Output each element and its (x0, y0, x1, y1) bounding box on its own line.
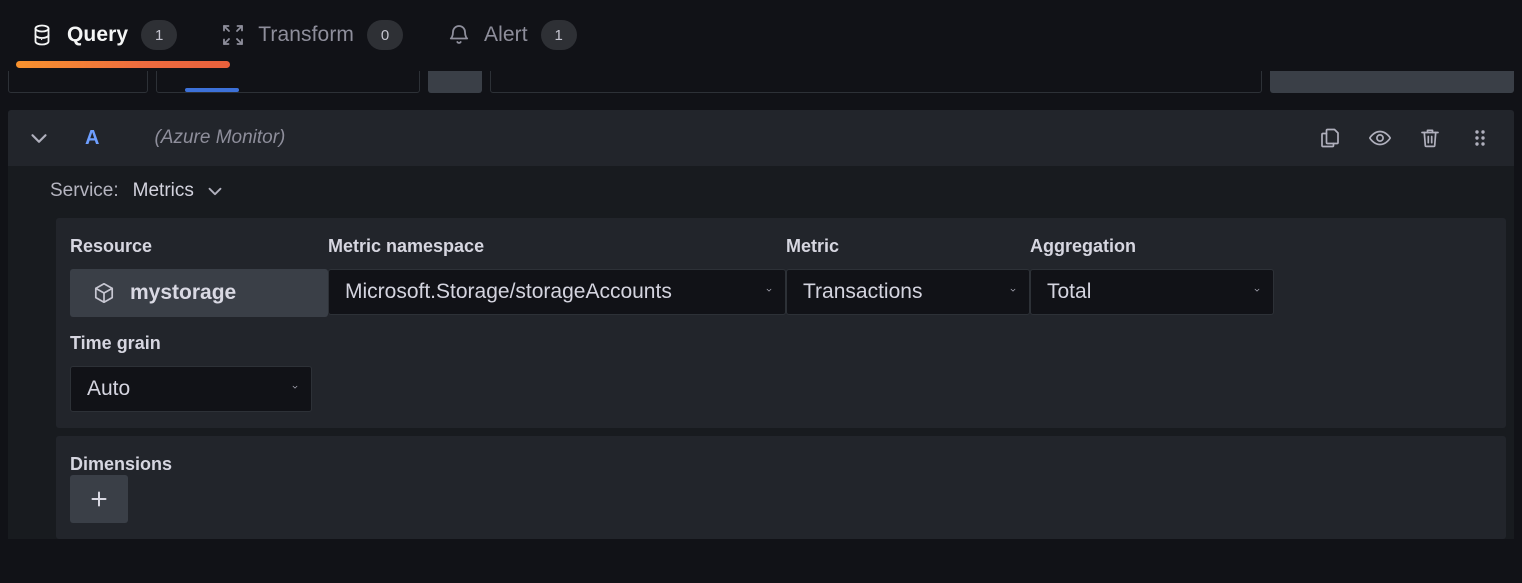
metric-select[interactable]: Transactions (786, 269, 1030, 315)
aggregation-value: Total (1047, 280, 1091, 304)
clipped-options-row (0, 71, 1522, 93)
metric-label: Metric (786, 236, 1030, 257)
bell-icon (447, 23, 471, 47)
duplicate-query-icon[interactable] (1318, 126, 1342, 150)
metric-namespace-label: Metric namespace (328, 236, 786, 257)
metric-value: Transactions (803, 280, 922, 304)
tab-transform-label: Transform (258, 23, 354, 47)
drag-handle-icon[interactable] (1468, 126, 1492, 150)
aggregation-field: Aggregation Total (1030, 236, 1274, 315)
query-editor-body: Service: Metrics Resource (8, 166, 1514, 539)
transform-icon (221, 23, 245, 47)
resource-field: Resource mystorage (70, 236, 328, 317)
tab-transform-badge: 0 (367, 20, 403, 50)
tab-alert-label: Alert (484, 23, 528, 47)
service-selector[interactable]: Service: Metrics (8, 180, 1514, 218)
service-label: Service: (50, 180, 119, 202)
clipped-field-1[interactable] (8, 71, 148, 93)
chevron-down-icon (277, 378, 299, 400)
remove-query-icon[interactable] (1418, 126, 1442, 150)
resource-value: mystorage (130, 281, 236, 305)
cube-icon (92, 281, 116, 305)
chevron-down-icon (995, 281, 1017, 303)
query-row-a: A (Azure Monitor) (8, 110, 1514, 547)
hide-response-icon[interactable] (1368, 126, 1392, 150)
chevron-down-icon (751, 281, 773, 303)
tab-query[interactable]: Query 1 (8, 0, 199, 70)
dimensions-panel: Dimensions (56, 436, 1506, 539)
tab-alert[interactable]: Alert 1 (425, 0, 599, 70)
metrics-fields-row-1: Resource mystorage (70, 236, 1492, 317)
dimensions-label: Dimensions (70, 454, 172, 474)
tab-query-badge: 1 (141, 20, 177, 50)
metric-namespace-field: Metric namespace Microsoft.Storage/stora… (328, 236, 786, 315)
clipped-field-2[interactable] (156, 71, 420, 93)
editor-tabbar: Query 1 Transform 0 (0, 0, 1522, 70)
resource-label: Resource (70, 236, 328, 257)
metric-field: Metric Transactions (786, 236, 1030, 315)
chevron-down-icon[interactable] (26, 125, 52, 151)
aggregation-label: Aggregation (1030, 236, 1274, 257)
metric-namespace-select[interactable]: Microsoft.Storage/storageAccounts (328, 269, 786, 315)
tab-query-label: Query (67, 23, 128, 47)
time-grain-field: Time grain Auto (70, 333, 312, 412)
service-value[interactable]: Metrics (133, 180, 194, 202)
tab-alert-badge: 1 (541, 20, 577, 50)
metrics-fields-panel: Resource mystorage (56, 218, 1506, 428)
query-datasource-name: (Azure Monitor) (154, 127, 285, 149)
query-ref-id[interactable]: A (85, 127, 99, 150)
clipped-field-3[interactable] (490, 71, 1262, 93)
chevron-down-icon (1239, 281, 1261, 303)
query-row-actions (1318, 126, 1498, 150)
database-icon (30, 23, 54, 47)
aggregation-select[interactable]: Total (1030, 269, 1274, 315)
clipped-field-2-focus-bar (185, 88, 239, 92)
plus-icon (87, 487, 111, 511)
time-grain-label: Time grain (70, 333, 312, 354)
clipped-button[interactable] (428, 71, 482, 93)
add-dimension-button[interactable] (70, 475, 128, 523)
query-row-header: A (Azure Monitor) (8, 110, 1514, 166)
resource-picker-button[interactable]: mystorage (70, 269, 328, 317)
metrics-fields-row-2: Time grain Auto (70, 333, 1492, 412)
chevron-down-icon[interactable] (204, 180, 226, 202)
clipped-button-2[interactable] (1270, 71, 1514, 93)
tab-transform[interactable]: Transform 0 (199, 0, 425, 70)
query-editor-pane: Query 1 Transform 0 (0, 0, 1522, 583)
active-tab-indicator (16, 61, 230, 68)
metric-namespace-value: Microsoft.Storage/storageAccounts (345, 280, 672, 304)
time-grain-value: Auto (87, 377, 130, 401)
time-grain-select[interactable]: Auto (70, 366, 312, 412)
